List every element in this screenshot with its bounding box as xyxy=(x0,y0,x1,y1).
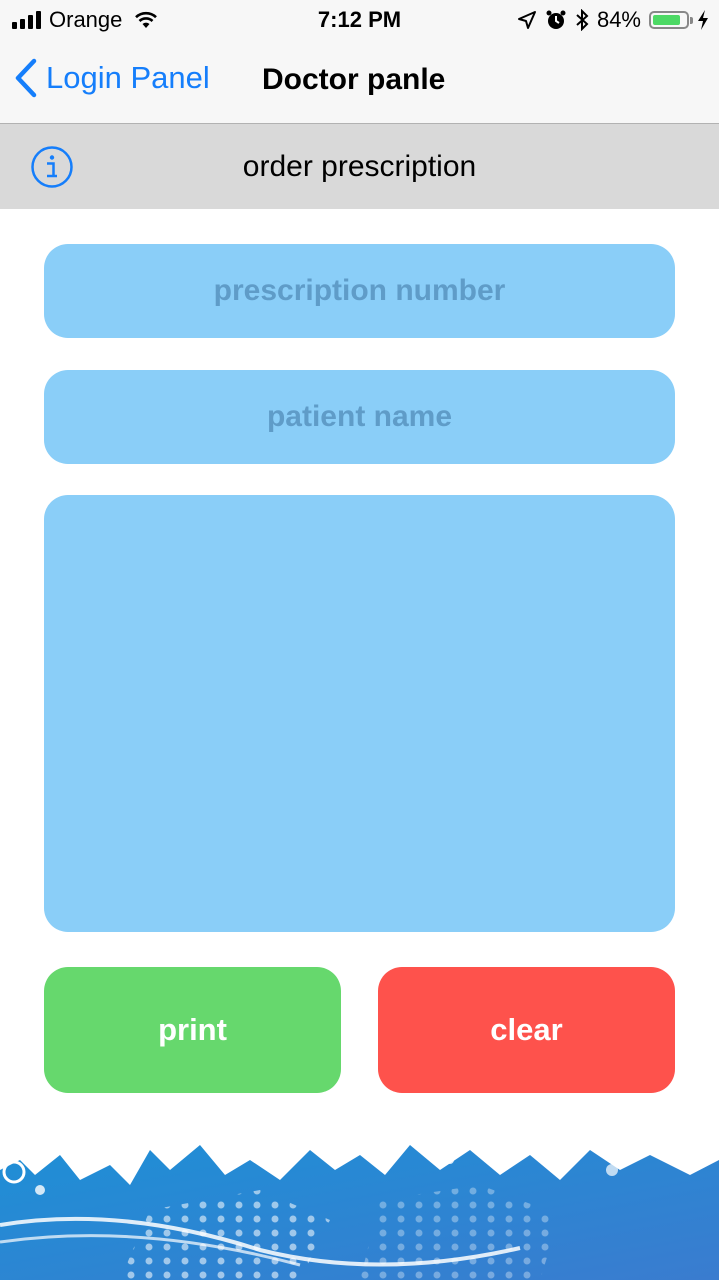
battery-icon xyxy=(649,11,693,29)
status-left: Orange xyxy=(12,7,158,33)
patient-name-input[interactable] xyxy=(44,370,675,464)
chevron-left-icon xyxy=(15,58,37,98)
clear-button-label: clear xyxy=(490,1012,563,1047)
wifi-icon xyxy=(135,11,158,28)
status-bar: Orange 7:12 PM 84% xyxy=(0,0,719,40)
bluetooth-icon xyxy=(576,9,589,31)
print-button[interactable]: print xyxy=(44,967,341,1093)
section-header: order prescription xyxy=(0,124,719,209)
print-button-label: print xyxy=(158,1012,227,1047)
carrier-label: Orange xyxy=(49,7,123,32)
navigation-bar: Login Panel Doctor panle xyxy=(0,40,719,124)
status-right: 84% xyxy=(517,7,709,33)
clear-button[interactable]: clear xyxy=(378,967,675,1093)
battery-percent: 84% xyxy=(596,7,641,32)
back-button-label: Login Panel xyxy=(46,60,210,95)
page-title: Doctor panle xyxy=(262,63,446,96)
back-button[interactable]: Login Panel xyxy=(14,58,210,98)
location-arrow-icon xyxy=(517,11,536,29)
battery-fill xyxy=(653,15,680,25)
charging-bolt-icon xyxy=(698,10,708,30)
alarm-icon xyxy=(546,10,566,29)
prescription-notes-textarea[interactable] xyxy=(44,495,675,932)
section-title: order prescription xyxy=(242,150,477,183)
cellular-signal-icon xyxy=(12,11,41,29)
decorative-footer-graphic xyxy=(0,1145,719,1280)
prescription-number-input[interactable] xyxy=(44,244,675,338)
